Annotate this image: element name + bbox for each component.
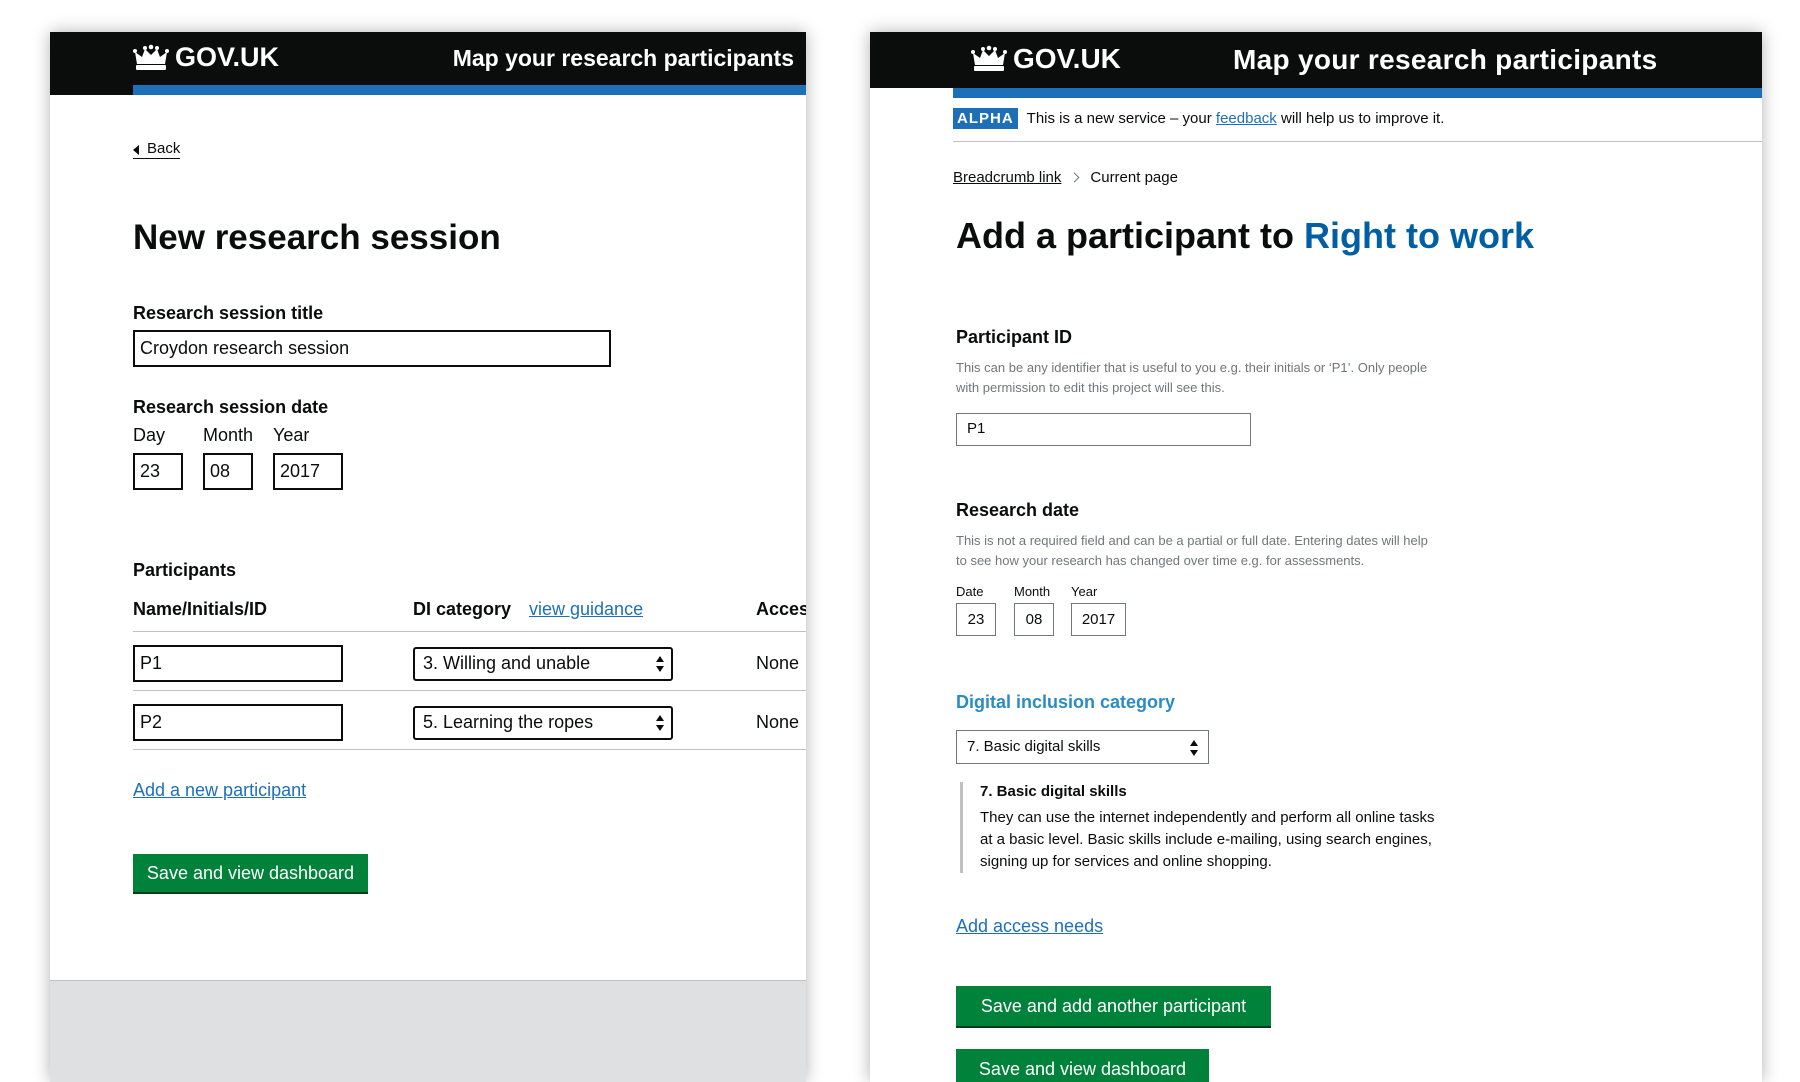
- select-arrows-icon: [655, 655, 665, 673]
- day-label: Day: [133, 425, 166, 445]
- session-title-label: Research session title: [133, 303, 324, 323]
- year-input[interactable]: 2017: [273, 453, 343, 490]
- session-title-input[interactable]: Croydon research session: [133, 330, 611, 367]
- di-category-label: Digital inclusion category: [956, 692, 1176, 712]
- di-category-description: 7. Basic digital skills They can use the…: [960, 782, 1440, 873]
- month-input[interactable]: 08: [1014, 603, 1054, 636]
- service-name[interactable]: Map your research participants: [1233, 44, 1657, 76]
- service-name[interactable]: Map your research participants: [453, 45, 794, 72]
- phase-text-before: This is a new service – your: [1026, 110, 1216, 127]
- participant-id-hint: This can be any identifier that is usefu…: [956, 360, 1428, 395]
- year-input[interactable]: 2017: [1071, 603, 1126, 636]
- di-category-value: 7. Basic digital skills: [967, 738, 1101, 755]
- page-title: Add a participant to Right to work: [956, 215, 1534, 257]
- back-arrow-icon: [133, 145, 139, 155]
- table-divider: [133, 749, 806, 750]
- month-label: Month: [1014, 584, 1051, 599]
- year-label: Year: [273, 425, 310, 445]
- breadcrumb-current: Current page: [1090, 169, 1178, 186]
- save-add-another-button[interactable]: Save and add another participant: [956, 986, 1271, 1026]
- participants-label: Participants: [133, 560, 237, 580]
- phase-divider: [953, 141, 1762, 142]
- di-description-title: 7. Basic digital skills: [980, 783, 1127, 800]
- select-arrows-icon: [655, 714, 665, 732]
- gov-header: GOV.UK Map your research participants: [870, 32, 1762, 88]
- month-label: Month: [203, 425, 254, 445]
- di-category-select[interactable]: 5. Learning the ropes: [413, 706, 673, 740]
- day-input[interactable]: 23: [133, 453, 183, 490]
- crown-icon: [971, 44, 1013, 74]
- crown-icon: [133, 43, 175, 73]
- table-divider: [133, 690, 806, 691]
- research-date-label: Research date: [956, 500, 1080, 520]
- col-header-name: Name/Initials/ID: [133, 599, 268, 619]
- breadcrumb: Breadcrumb link Current page: [953, 169, 1178, 186]
- govuk-logo-link[interactable]: GOV.UK: [133, 42, 279, 73]
- phase-tag: ALPHA: [953, 108, 1018, 129]
- chevron-right-icon: [1069, 172, 1080, 183]
- day-input[interactable]: 23: [956, 603, 996, 636]
- save-view-dashboard-button[interactable]: Save and view dashboard: [956, 1049, 1209, 1082]
- day-label: Date: [956, 584, 984, 599]
- month-input[interactable]: 08: [203, 453, 253, 490]
- participant-id-input[interactable]: P1: [956, 413, 1251, 446]
- research-date-hint: This is not a required field and can be …: [956, 533, 1428, 568]
- participant-id-label: Participant ID: [956, 327, 1073, 347]
- session-date-label: Research session date: [133, 397, 329, 417]
- save-view-dashboard-button[interactable]: Save and view dashboard: [133, 854, 368, 892]
- back-link[interactable]: Back: [133, 140, 181, 159]
- access-value: None: [756, 653, 800, 673]
- add-access-needs-link[interactable]: Add access needs: [956, 916, 1103, 937]
- phase-banner: ALPHA This is a new service – your feedb…: [953, 108, 1444, 129]
- title-project-name: Right to work: [1304, 215, 1534, 256]
- footer: [50, 980, 806, 1082]
- screen-new-research-session: GOV.UK Map your research participants Ba…: [50, 32, 806, 1082]
- header-blue-bar: [133, 85, 806, 95]
- feedback-link[interactable]: feedback: [1216, 110, 1277, 127]
- di-category-select[interactable]: 3. Willing and unable: [413, 647, 673, 681]
- govuk-logo-text: GOV.UK: [175, 42, 280, 72]
- page-title: New research session: [133, 218, 501, 257]
- participant-id-input[interactable]: P2: [133, 704, 343, 741]
- header-blue-bar: [953, 88, 1762, 98]
- select-arrows-icon: [1189, 739, 1199, 757]
- di-category-value: 3. Willing and unable: [423, 653, 591, 673]
- participant-id-input[interactable]: P1: [133, 645, 343, 682]
- year-label: Year: [1071, 584, 1098, 599]
- back-link-label: Back: [147, 140, 181, 157]
- breadcrumb-link[interactable]: Breadcrumb link: [953, 169, 1061, 186]
- col-header-di: DI category: [413, 599, 512, 619]
- di-category-value: 5. Learning the ropes: [423, 712, 594, 732]
- phase-text-after: will help us to improve it.: [1276, 110, 1445, 127]
- govuk-logo-text: GOV.UK: [1013, 43, 1121, 74]
- access-value: None: [756, 712, 800, 732]
- add-participant-link[interactable]: Add a new participant: [133, 780, 306, 801]
- table-divider: [133, 631, 806, 632]
- di-category-select[interactable]: 7. Basic digital skills: [956, 730, 1209, 764]
- view-guidance-link[interactable]: view guidance: [529, 599, 643, 620]
- col-header-access: Acces: [756, 599, 806, 619]
- di-description-text: They can use the internet independently …: [980, 809, 1435, 870]
- gov-header: GOV.UK Map your research participants: [50, 32, 806, 95]
- screen-add-participant: GOV.UK Map your research participants AL…: [870, 32, 1762, 1082]
- govuk-logo-link[interactable]: GOV.UK: [971, 43, 1121, 75]
- title-prefix: Add a participant to: [956, 215, 1305, 256]
